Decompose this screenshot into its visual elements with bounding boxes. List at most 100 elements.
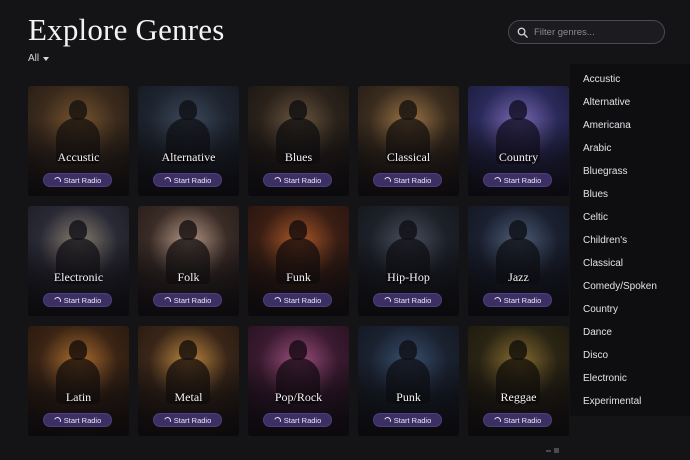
start-radio-label: Start Radio	[393, 175, 432, 185]
genre-sidebar: Accustic Alternative Americana Arabic Bluegr…	[570, 64, 690, 416]
start-radio-label: Start Radio	[283, 295, 322, 305]
radio-icon	[52, 295, 62, 305]
start-radio-label: Start Radio	[503, 295, 542, 305]
scroll-track-icon	[546, 449, 551, 452]
sidebar-genre-item[interactable]: Country	[570, 301, 690, 324]
start-radio-label: Start Radio	[173, 415, 212, 425]
sidebar-genre-item[interactable]: Alternative	[570, 94, 690, 117]
genre-card[interactable]: Metal Start Radio	[138, 326, 239, 436]
radio-icon	[492, 295, 502, 305]
genre-name: Country	[498, 150, 539, 164]
caret-down-icon	[43, 57, 50, 61]
genre-card[interactable]: Reggae Start Radio	[468, 326, 569, 436]
genre-name: Accustic	[57, 150, 100, 164]
sidebar-genre-item[interactable]: Children's	[570, 232, 690, 255]
start-radio-label: Start Radio	[503, 175, 542, 185]
genre-card[interactable]: Folk Start Radio	[138, 206, 239, 316]
start-radio-label: Start Radio	[63, 295, 102, 305]
start-radio-label: Start Radio	[283, 175, 322, 185]
radio-icon	[162, 295, 172, 305]
start-radio-label: Start Radio	[173, 295, 212, 305]
start-radio-label: Start Radio	[63, 175, 102, 185]
genre-name: Alternative	[161, 150, 216, 164]
genre-name: Hip-Hop	[387, 270, 430, 284]
radio-icon	[492, 415, 502, 425]
genre-name: Jazz	[508, 270, 529, 284]
genre-card[interactable]: Accustic Start Radio	[28, 86, 129, 196]
genre-name: Latin	[65, 390, 92, 404]
genre-filter-dropdown[interactable]: All	[28, 53, 50, 64]
genre-search[interactable]	[508, 20, 665, 44]
start-radio-button[interactable]: Start Radio	[43, 413, 112, 427]
radio-icon	[382, 295, 392, 305]
genre-card[interactable]: Electronic Start Radio	[28, 206, 129, 316]
sidebar-genre-item[interactable]: Americana	[570, 117, 690, 140]
radio-icon	[492, 175, 502, 185]
start-radio-button[interactable]: Start Radio	[483, 293, 552, 307]
start-radio-button[interactable]: Start Radio	[263, 413, 332, 427]
sidebar-genre-item[interactable]: Disco	[570, 347, 690, 370]
search-input[interactable]	[534, 26, 654, 38]
filter-label: All	[28, 53, 40, 64]
scroll-indicator[interactable]	[546, 448, 559, 453]
genre-card[interactable]: Country Start Radio	[468, 86, 569, 196]
genre-name: Metal	[174, 390, 203, 404]
sidebar-genre-item[interactable]: Dance	[570, 324, 690, 347]
genre-grid: Accustic Start Radio Alternative Start Radi…	[28, 86, 569, 436]
radio-icon	[272, 415, 282, 425]
genre-name: Folk	[177, 270, 200, 284]
start-radio-label: Start Radio	[283, 415, 322, 425]
start-radio-button[interactable]: Start Radio	[263, 173, 332, 187]
genre-name: Pop/Rock	[274, 390, 323, 404]
start-radio-button[interactable]: Start Radio	[43, 173, 112, 187]
radio-icon	[382, 415, 392, 425]
start-radio-button[interactable]: Start Radio	[263, 293, 332, 307]
page-title: Explore Genres	[28, 12, 225, 47]
genre-name: Funk	[286, 270, 311, 284]
genre-name: Electronic	[53, 270, 104, 284]
sidebar-genre-item[interactable]: Blues	[570, 186, 690, 209]
start-radio-button[interactable]: Start Radio	[153, 413, 222, 427]
start-radio-label: Start Radio	[393, 415, 432, 425]
sidebar-genre-item[interactable]: Arabic	[570, 140, 690, 163]
genre-card[interactable]: Pop/Rock Start Radio	[248, 326, 349, 436]
genre-name: Reggae	[500, 390, 537, 404]
start-radio-button[interactable]: Start Radio	[43, 293, 112, 307]
start-radio-label: Start Radio	[173, 175, 212, 185]
sidebar-genre-item[interactable]: Celtic	[570, 209, 690, 232]
radio-icon	[162, 175, 172, 185]
radio-icon	[162, 415, 172, 425]
scroll-thumb-icon	[554, 448, 559, 453]
radio-icon	[52, 175, 62, 185]
sidebar-genre-item[interactable]: Accustic	[570, 71, 690, 94]
radio-icon	[52, 415, 62, 425]
start-radio-button[interactable]: Start Radio	[373, 293, 442, 307]
start-radio-button[interactable]: Start Radio	[483, 413, 552, 427]
genre-name: Punk	[396, 390, 421, 404]
radio-icon	[382, 175, 392, 185]
genre-card[interactable]: Punk Start Radio	[358, 326, 459, 436]
genre-card[interactable]: Hip-Hop Start Radio	[358, 206, 459, 316]
start-radio-label: Start Radio	[393, 295, 432, 305]
start-radio-label: Start Radio	[63, 415, 102, 425]
genre-name: Classical	[386, 150, 431, 164]
start-radio-label: Start Radio	[503, 415, 542, 425]
start-radio-button[interactable]: Start Radio	[153, 173, 222, 187]
start-radio-button[interactable]: Start Radio	[373, 413, 442, 427]
genre-card[interactable]: Classical Start Radio	[358, 86, 459, 196]
genre-card[interactable]: Jazz Start Radio	[468, 206, 569, 316]
start-radio-button[interactable]: Start Radio	[483, 173, 552, 187]
sidebar-genre-item[interactable]: Experimental	[570, 393, 690, 416]
genre-card[interactable]: Blues Start Radio	[248, 86, 349, 196]
start-radio-button[interactable]: Start Radio	[153, 293, 222, 307]
sidebar-genre-item[interactable]: Classical	[570, 255, 690, 278]
genre-card[interactable]: Funk Start Radio	[248, 206, 349, 316]
sidebar-genre-item[interactable]: Comedy/Spoken	[570, 278, 690, 301]
sidebar-genre-item[interactable]: Bluegrass	[570, 163, 690, 186]
sidebar-genre-item[interactable]: Electronic	[570, 370, 690, 393]
genre-card[interactable]: Latin Start Radio	[28, 326, 129, 436]
search-icon	[517, 27, 528, 38]
genre-card[interactable]: Alternative Start Radio	[138, 86, 239, 196]
start-radio-button[interactable]: Start Radio	[373, 173, 442, 187]
radio-icon	[272, 175, 282, 185]
